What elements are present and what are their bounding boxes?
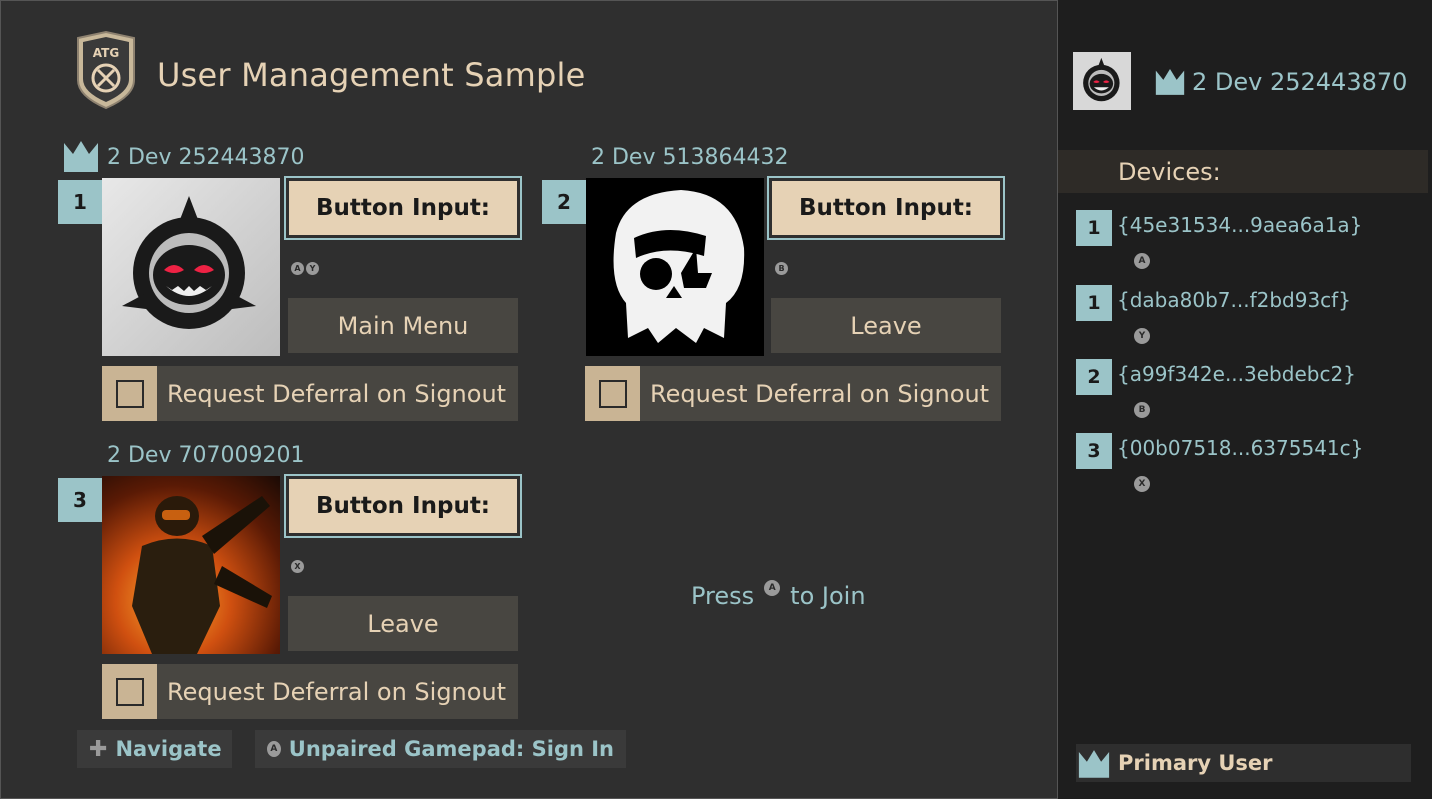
- shark-logo-icon: [1073, 52, 1131, 110]
- gamepad-x-icon: X: [291, 560, 304, 573]
- user-3-defer-label: Request Deferral on Signout: [167, 677, 507, 706]
- join-prompt-after: to Join: [790, 582, 866, 610]
- gamepad-b-icon: B: [1134, 402, 1150, 418]
- gamepad-a-icon: A: [1134, 253, 1150, 269]
- user-3-gamertag: 2 Dev 707009201: [107, 443, 305, 468]
- crown-icon: [1078, 749, 1110, 778]
- user-3-input-glyphs: X: [291, 560, 304, 573]
- signin-hint: A Unpaired Gamepad: Sign In: [255, 730, 626, 768]
- sidebar: [1058, 0, 1432, 799]
- svg-text:ATG: ATG: [93, 46, 119, 60]
- device-slot-badge: 1: [1076, 210, 1112, 246]
- atg-logo-icon: ATG: [77, 30, 135, 110]
- gamepad-x-icon: X: [1134, 476, 1150, 492]
- signin-label: Unpaired Gamepad: Sign In: [288, 737, 614, 761]
- navigate-hint: ✚ Navigate: [77, 730, 232, 768]
- primary-user-label: Primary User: [1118, 751, 1273, 775]
- user-1-defer-checkbox-row[interactable]: Request Deferral on Signout: [102, 366, 518, 421]
- navigate-label: Navigate: [115, 737, 222, 761]
- user-2-defer-checkbox[interactable]: [585, 366, 640, 421]
- user-1-avatar: [102, 178, 280, 356]
- gamepad-a-icon: A: [291, 262, 304, 275]
- page-title: User Management Sample: [157, 56, 586, 94]
- join-prompt: Press A to Join: [691, 580, 866, 610]
- crown-icon: [1155, 69, 1185, 95]
- crown-icon: [64, 141, 98, 172]
- user-2-slot-badge: 2: [542, 180, 586, 224]
- user-1-button-input-label: Button Input:: [284, 176, 522, 240]
- gamepad-a-icon: A: [764, 580, 781, 596]
- user-1-gamertag: 2 Dev 252443870: [107, 145, 305, 170]
- user-1-input-glyphs: A Y: [291, 262, 319, 275]
- user-2-defer-checkbox-row[interactable]: Request Deferral on Signout: [585, 366, 1001, 421]
- device-id: {a99f342e...3ebdebc2}: [1117, 362, 1356, 386]
- user-2-gamertag: 2 Dev 513864432: [591, 145, 789, 170]
- sidebar-current-user: 2 Dev 252443870: [1192, 68, 1408, 96]
- user-2-leave-button[interactable]: Leave: [771, 298, 1001, 353]
- user-3-slot-badge: 3: [58, 478, 102, 522]
- device-slot-badge: 3: [1076, 433, 1112, 469]
- user-2-defer-label: Request Deferral on Signout: [650, 379, 990, 408]
- device-slot-badge: 1: [1076, 285, 1112, 321]
- user-3-leave-button[interactable]: Leave: [288, 596, 518, 651]
- user-1-defer-label: Request Deferral on Signout: [167, 379, 507, 408]
- skull-ship-icon: [613, 190, 745, 343]
- sidebar-user-avatar: [1073, 52, 1131, 110]
- user-3-defer-checkbox-row[interactable]: Request Deferral on Signout: [102, 664, 518, 719]
- main-menu-button[interactable]: Main Menu: [288, 298, 518, 353]
- primary-user-legend: Primary User: [1076, 744, 1411, 782]
- user-2-avatar: [586, 178, 764, 356]
- device-slot-badge: 2: [1076, 359, 1112, 395]
- dpad-icon: ✚: [89, 736, 108, 762]
- user-3-button-input-label: Button Input:: [284, 474, 522, 538]
- user-3-defer-checkbox[interactable]: [102, 664, 157, 719]
- join-prompt-before: Press: [691, 582, 755, 610]
- user-3-avatar: [102, 476, 280, 654]
- device-id: {00b07518...6375541c}: [1117, 436, 1364, 460]
- user-2-button-input-label: Button Input:: [767, 176, 1005, 240]
- gamepad-a-icon: A: [267, 741, 281, 757]
- user-1-slot-badge: 1: [58, 180, 102, 224]
- device-id: {daba80b7...f2bd93cf}: [1117, 288, 1351, 312]
- gamepad-y-icon: Y: [1134, 328, 1150, 344]
- device-id: {45e31534...9aea6a1a}: [1117, 213, 1363, 237]
- gamepad-b-icon: B: [775, 262, 788, 275]
- shark-logo-icon: [122, 196, 256, 329]
- devices-header: Devices:: [1058, 150, 1428, 193]
- user-2-input-glyphs: B: [775, 262, 788, 275]
- user-1-defer-checkbox[interactable]: [102, 366, 157, 421]
- soldier-icon: [132, 496, 272, 654]
- gamepad-y-icon: Y: [306, 262, 319, 275]
